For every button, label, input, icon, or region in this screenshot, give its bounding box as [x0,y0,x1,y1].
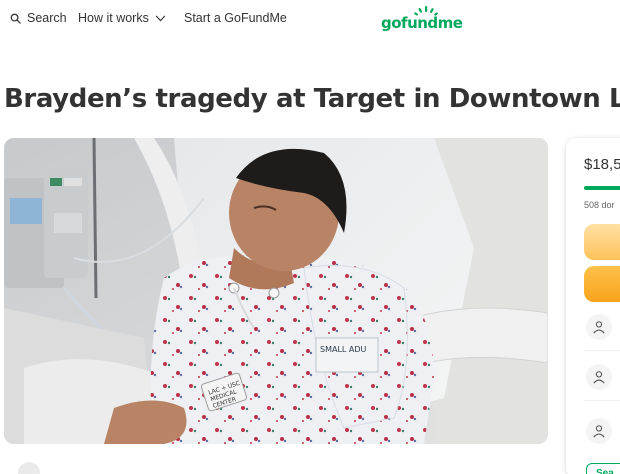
start-a-gofundme-label: Start a GoFundMe [184,11,287,25]
donor-avatar [586,314,612,340]
donor-icon [593,425,605,438]
logo-text: gofundme [381,14,463,32]
how-it-works-menu[interactable]: How it works [78,11,166,25]
gown-tag-text: SMALL ADU [320,345,367,354]
top-nav: Search How it works Start a GoFundMe gof… [0,0,620,40]
campaign-photo[interactable]: LAC + USC MEDICAL CENTER SMALL ADU [4,138,548,444]
donor-avatar [586,418,612,444]
donor-avatar [586,364,612,390]
donation-count: 508 dor [584,200,615,210]
search-icon [10,13,21,24]
organizer-row [18,462,40,474]
campaign-title: Brayden’s tragedy at Target in Downtown … [4,84,620,114]
divider [584,400,620,401]
organizer-avatar [18,462,40,474]
divider [584,350,620,351]
progress-fill [584,186,620,190]
chevron-down-icon [155,14,166,22]
hospital-bed-photo: LAC + USC MEDICAL CENTER SMALL ADU [4,138,548,444]
share-button[interactable] [584,224,620,260]
start-a-gofundme-link[interactable]: Start a GoFundMe [184,11,287,25]
progress-bar [584,186,620,190]
search-label: Search [27,11,67,25]
donor-icon [593,321,605,334]
donate-button[interactable] [584,266,620,302]
search-link[interactable]: Search [10,11,67,25]
donor-icon [593,371,605,384]
see-all-button[interactable]: Sea [586,463,620,474]
donation-card: $18,5 508 dor Sea [566,138,620,474]
gofundme-logo[interactable]: gofundme [381,4,463,34]
amount-raised: $18,5 [584,156,620,173]
how-it-works-label: How it works [78,11,149,25]
